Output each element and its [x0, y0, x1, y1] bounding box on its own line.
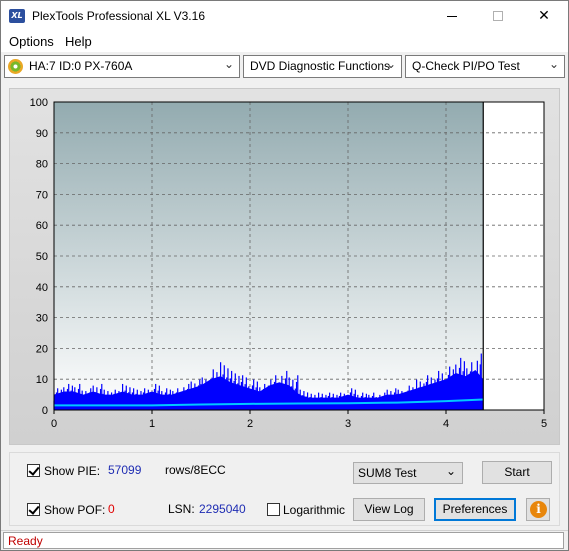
maximize-button[interactable] — [475, 1, 521, 31]
disc-icon — [8, 59, 23, 74]
y-tick-label: 10 — [36, 374, 48, 386]
test-select[interactable]: Q-Check PI/PO Test ⌄ — [405, 55, 565, 78]
sum-test-select[interactable]: SUM8 Test ⌄ — [353, 462, 463, 484]
y-tick-label: 0 — [42, 405, 48, 417]
view-log-button[interactable]: View Log — [353, 498, 425, 521]
preferences-button[interactable]: Preferences — [434, 498, 516, 521]
close-icon: ✕ — [538, 8, 550, 24]
info-icon: i — [530, 501, 547, 518]
pi-po-chart: 0 10 20 30 40 50 60 70 80 90 100 0 1 2 3 4 5 — [30, 97, 547, 430]
y-tick-label: 100 — [30, 97, 48, 109]
minimize-button[interactable] — [429, 1, 475, 31]
window-title: PlexTools Professional XL V3.16 — [32, 9, 205, 23]
chevron-down-icon: ⌄ — [548, 57, 559, 71]
logarithmic-label: Logarithmic — [283, 503, 346, 517]
logarithmic-checkbox[interactable] — [267, 503, 280, 516]
y-tick-label: 30 — [36, 313, 48, 325]
toolbar: HA:7 ID:0 PX-760A ⌄ DVD Diagnostic Funct… — [1, 52, 568, 82]
close-button[interactable]: ✕ — [521, 1, 567, 31]
rows-label: rows/8ECC — [165, 463, 226, 477]
chevron-down-icon: ⌄ — [445, 464, 456, 478]
y-tick-label: 50 — [36, 251, 48, 263]
info-button[interactable]: i — [526, 498, 550, 521]
show-pie-checkbox[interactable] — [27, 464, 40, 477]
y-tick-label: 90 — [36, 128, 48, 140]
x-tick-label: 5 — [541, 418, 547, 430]
lsn-value: 2295040 — [199, 502, 246, 516]
show-poe-label: Show POF: — [44, 503, 106, 517]
function-select[interactable]: DVD Diagnostic Functions ⌄ — [243, 55, 402, 78]
y-tick-label: 40 — [36, 282, 48, 294]
y-tick-label: 20 — [36, 343, 48, 355]
show-poe-checkbox[interactable] — [27, 503, 40, 516]
poe-value: 0 — [108, 502, 115, 516]
test-select-value: Q-Check PI/PO Test — [412, 59, 520, 73]
drive-select[interactable]: HA:7 ID:0 PX-760A ⌄ — [4, 55, 240, 78]
y-tick-label: 80 — [36, 159, 48, 171]
x-tick-label: 1 — [149, 418, 155, 430]
x-tick-label: 0 — [51, 418, 57, 430]
status-text: Ready — [3, 532, 564, 549]
menu-options[interactable]: Options — [9, 34, 54, 49]
controls-panel: Show PIE: 57099 rows/8ECC SUM8 Test ⌄ St… — [9, 452, 560, 526]
minimize-icon — [447, 15, 457, 17]
start-button[interactable]: Start — [482, 461, 552, 484]
pie-value: 57099 — [108, 463, 142, 477]
maximize-icon — [493, 11, 503, 21]
chevron-down-icon: ⌄ — [385, 57, 396, 71]
x-tick-label: 3 — [345, 418, 351, 430]
show-pie-label: Show PIE: — [44, 464, 101, 478]
chevron-down-icon: ⌄ — [223, 57, 234, 71]
menu-help[interactable]: Help — [65, 34, 92, 49]
x-tick-label: 2 — [247, 418, 253, 430]
app-window: XL PlexTools Professional XL V3.16 ✕ Opt… — [0, 0, 569, 551]
app-logo-icon: XL — [9, 9, 25, 23]
function-select-value: DVD Diagnostic Functions — [250, 59, 391, 73]
x-tick-label: 4 — [443, 418, 449, 430]
sum-test-value: SUM8 Test — [358, 466, 417, 480]
menu-bar: Options Help — [1, 31, 568, 52]
title-bar[interactable]: XL PlexTools Professional XL V3.16 ✕ — [1, 1, 568, 31]
y-tick-label: 70 — [36, 189, 48, 201]
y-tick-label: 60 — [36, 220, 48, 232]
chart-panel: 0 10 20 30 40 50 60 70 80 90 100 0 1 2 3 4 5 — [9, 88, 560, 445]
status-bar: Ready — [1, 530, 568, 550]
drive-select-value: HA:7 ID:0 PX-760A — [29, 59, 133, 73]
lsn-label: LSN: — [168, 502, 195, 516]
